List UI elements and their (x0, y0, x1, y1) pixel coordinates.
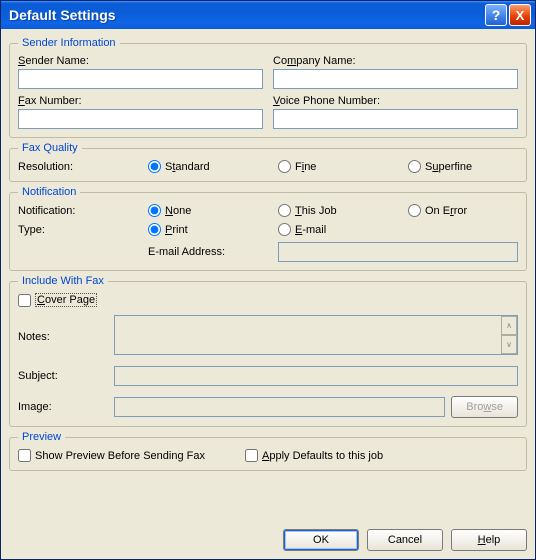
apply-defaults-checkbox[interactable] (245, 449, 258, 462)
notification-label: Notification: (18, 205, 148, 217)
email-address-input[interactable] (278, 242, 518, 262)
notification-onerror-radio[interactable] (408, 204, 421, 217)
scroll-up-icon[interactable]: ∧ (501, 316, 517, 335)
dialog-body: Sender Information Sender Name: Company … (1, 29, 535, 523)
image-label: Image: (18, 401, 108, 413)
resolution-superfine-label[interactable]: Superfine (425, 161, 472, 173)
voice-phone-input[interactable] (273, 109, 518, 129)
ok-button[interactable]: OK (283, 529, 359, 551)
help-icon[interactable]: ? (485, 4, 507, 26)
resolution-standard-label[interactable]: Standard (165, 161, 210, 173)
include-legend: Include With Fax (18, 275, 108, 287)
cover-page-checkbox[interactable] (18, 294, 31, 307)
fax-quality-group: Fax Quality Resolution: Standard Fine Su… (9, 142, 527, 182)
close-icon[interactable]: X (509, 4, 531, 26)
subject-label: Subject: (18, 370, 108, 382)
titlebar: Default Settings ? X (1, 1, 535, 29)
apply-defaults-label[interactable]: Apply Defaults to this job (262, 450, 383, 462)
resolution-standard-radio[interactable] (148, 160, 161, 173)
sender-name-label: Sender Name: (18, 55, 263, 67)
show-preview-label[interactable]: Show Preview Before Sending Fax (35, 450, 205, 462)
type-email-radio[interactable] (278, 223, 291, 236)
company-name-label: Company Name: (273, 55, 518, 67)
dialog-window: Default Settings ? X Sender Information … (0, 0, 536, 560)
email-address-label: E-mail Address: (148, 246, 278, 258)
resolution-fine-radio[interactable] (278, 160, 291, 173)
window-title: Default Settings (9, 7, 483, 23)
preview-legend: Preview (18, 431, 65, 443)
subject-input[interactable] (114, 366, 518, 386)
type-print-radio[interactable] (148, 223, 161, 236)
sender-information-group: Sender Information Sender Name: Company … (9, 37, 527, 138)
fax-number-label: Fax Number: (18, 95, 263, 107)
resolution-fine-label[interactable]: Fine (295, 161, 316, 173)
notification-none-radio[interactable] (148, 204, 161, 217)
type-print-label[interactable]: Print (165, 224, 188, 236)
type-label: Type: (18, 224, 148, 236)
cover-page-label[interactable]: Cover Page (35, 293, 97, 307)
company-name-input[interactable] (273, 69, 518, 89)
dialog-footer: OK Cancel Help (1, 523, 535, 559)
type-email-label[interactable]: E-mail (295, 224, 326, 236)
voice-phone-label: Voice Phone Number: (273, 95, 518, 107)
notes-textarea[interactable] (114, 315, 518, 355)
fax-quality-legend: Fax Quality (18, 142, 82, 154)
notification-onerror-label[interactable]: On Error (425, 205, 467, 217)
notes-label: Notes: (18, 331, 108, 343)
notification-group: Notification Notification: None This Job… (9, 186, 527, 271)
resolution-superfine-radio[interactable] (408, 160, 421, 173)
show-preview-checkbox[interactable] (18, 449, 31, 462)
include-with-fax-group: Include With Fax Cover Page Notes: ∧ ∨ S… (9, 275, 527, 427)
image-input[interactable] (114, 397, 445, 417)
notification-legend: Notification (18, 186, 80, 198)
sender-legend: Sender Information (18, 37, 120, 49)
resolution-label: Resolution: (18, 161, 148, 173)
notification-thisjob-label[interactable]: This Job (295, 205, 337, 217)
scroll-down-icon[interactable]: ∨ (501, 335, 517, 354)
cancel-button[interactable]: Cancel (367, 529, 443, 551)
fax-number-input[interactable] (18, 109, 263, 129)
sender-name-input[interactable] (18, 69, 263, 89)
browse-button[interactable]: Browse (451, 396, 518, 418)
help-button[interactable]: Help (451, 529, 527, 551)
notes-scrollbar[interactable]: ∧ ∨ (501, 316, 517, 354)
preview-group: Preview Show Preview Before Sending Fax … (9, 431, 527, 471)
notification-none-label[interactable]: None (165, 205, 191, 217)
notification-thisjob-radio[interactable] (278, 204, 291, 217)
